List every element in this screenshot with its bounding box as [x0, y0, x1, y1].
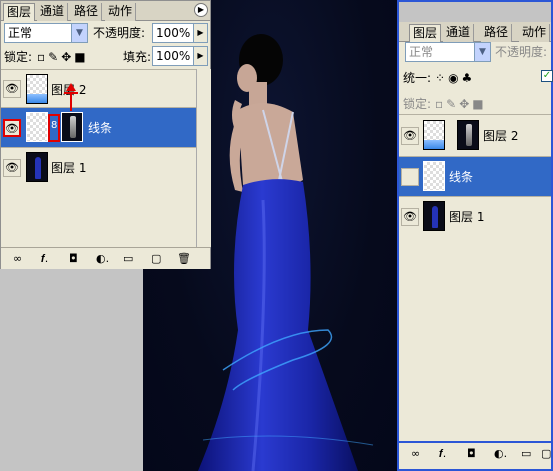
blend-mode-select[interactable]: 正常 ▼: [405, 42, 491, 62]
tab-channels[interactable]: 通道: [443, 24, 475, 42]
tab-paths[interactable]: 路径: [71, 3, 103, 21]
tab-channels[interactable]: 通道: [37, 3, 69, 21]
layer-thumbnail: [26, 112, 48, 142]
tab-actions[interactable]: 动作: [519, 24, 551, 42]
eye-icon[interactable]: 👁: [401, 127, 419, 145]
layer-thumbnail: [423, 201, 445, 231]
unify-visibility-icon[interactable]: ◉: [448, 71, 461, 85]
layer-name: 图层 2: [483, 129, 519, 143]
panel-footer: ∞ 𝒇. ◘ ◐. ▭ ▢ 🗑: [1, 247, 210, 269]
tab-paths[interactable]: 路径: [481, 24, 513, 42]
layers-scrollbar[interactable]: [196, 69, 211, 247]
mask-thumbnail: [457, 120, 479, 150]
eye-icon[interactable]: 👁: [3, 80, 21, 98]
blend-mode-value: 正常: [409, 45, 434, 59]
new-layer-icon[interactable]: ▢: [541, 444, 551, 464]
chevron-down-icon: ▼: [474, 43, 490, 61]
layer-thumbnail: [26, 74, 48, 104]
eye-hidden-slot[interactable]: [401, 168, 419, 186]
lock-icons[interactable]: ▫✎✥■: [37, 49, 89, 65]
new-layer-icon[interactable]: ▢: [151, 249, 161, 269]
delete-layer-icon[interactable]: 🗑: [177, 249, 191, 269]
link-layers-icon[interactable]: ∞: [13, 249, 22, 269]
lock-transparent-icon[interactable]: ▫: [435, 97, 446, 111]
link-chain-icon[interactable]: 8: [51, 120, 57, 131]
unify-position-icon[interactable]: ⁘: [435, 71, 448, 85]
chevron-right-icon: ▶: [193, 47, 207, 65]
layer-name: 线条: [88, 121, 113, 135]
new-group-icon[interactable]: ▭: [123, 249, 133, 269]
chevron-right-icon: ▶: [193, 24, 207, 42]
panel-top-gap: [399, 2, 551, 22]
mask-figure: [466, 124, 472, 146]
opacity-label: 不透明度:: [495, 45, 548, 59]
lock-all-icon[interactable]: ■: [74, 50, 88, 64]
opacity-label: 不透明度:: [93, 26, 146, 40]
layer-name: 图层 1: [449, 210, 485, 224]
lock-label: 锁定:: [403, 97, 432, 111]
layer-row-layer1[interactable]: 👁 图层 1: [399, 196, 551, 236]
link-layers-icon[interactable]: ∞: [411, 444, 420, 464]
layer-thumbnail: [26, 152, 48, 182]
mask-figure: [70, 116, 76, 138]
blend-mode-value: 正常: [8, 26, 33, 40]
mask-thumbnail: [61, 112, 83, 142]
add-mask-icon[interactable]: ◘: [69, 249, 78, 269]
panel-menu-icon[interactable]: ▶: [194, 3, 208, 17]
adjustment-layer-icon[interactable]: ◐.: [494, 444, 507, 464]
layer-row-lines[interactable]: 👁 8 线条: [1, 107, 210, 147]
panel-tabs: 图层 通道 路径 动作: [399, 22, 551, 42]
unify-style-icon[interactable]: ♣: [462, 71, 476, 85]
eye-icon[interactable]: 👁: [3, 119, 21, 137]
fill-label: 填充:: [123, 50, 152, 64]
fill-field[interactable]: 100% ▶: [152, 46, 208, 66]
unify-icons[interactable]: ⁘◉♣: [435, 70, 475, 86]
lock-label: 锁定:: [4, 50, 33, 64]
tab-actions[interactable]: 动作: [105, 3, 137, 21]
propagate-checkbox[interactable]: ✓: [541, 70, 553, 82]
panel-tabs: 图层 通道 路径 动作 ▶: [1, 1, 210, 21]
lock-brush-icon[interactable]: ✎: [446, 97, 459, 111]
layer-name: 线条: [449, 170, 474, 184]
lock-move-icon[interactable]: ✥: [61, 50, 74, 64]
unify-label: 统一:: [403, 71, 432, 85]
layer-row-layer1[interactable]: 👁 图层 1: [1, 147, 210, 187]
layer-row-lines[interactable]: 线条: [399, 156, 551, 196]
eye-icon[interactable]: 👁: [3, 159, 21, 177]
layer-row-layer2[interactable]: 👁 图层 2: [1, 69, 210, 107]
layer-thumbnail: [423, 161, 445, 191]
layer-row-layer2[interactable]: 👁 图层 2: [399, 114, 551, 156]
tab-layers[interactable]: 图层: [409, 24, 442, 42]
lock-move-icon[interactable]: ✥: [459, 97, 472, 111]
layer-style-icon[interactable]: 𝒇.: [41, 249, 48, 269]
lock-icons[interactable]: ▫✎✥■: [435, 96, 487, 112]
add-mask-icon[interactable]: ◘: [467, 444, 476, 464]
tab-layers[interactable]: 图层: [3, 3, 36, 21]
lock-all-icon[interactable]: ■: [472, 97, 486, 111]
layers-panel-left: 图层 通道 路径 动作 ▶ 正常 ▼ 不透明度: 100% ▶ 锁定: ▫✎✥■…: [0, 0, 211, 269]
lock-brush-icon[interactable]: ✎: [48, 50, 61, 64]
eye-icon[interactable]: 👁: [401, 208, 419, 226]
opacity-value: 100%: [156, 26, 191, 40]
red-arrow-annotation: [64, 83, 78, 111]
new-group-icon[interactable]: ▭: [521, 444, 531, 464]
layer-name: 图层 1: [51, 161, 87, 175]
layers-panel-right: 图层 通道 路径 动作 正常 ▼ 不透明度: 统一: ⁘◉♣ ✓ 锁定: ▫✎✥…: [397, 0, 553, 471]
layer-thumbnail: [423, 120, 445, 150]
fill-value: 100%: [156, 49, 191, 63]
chevron-down-icon: ▼: [71, 24, 87, 42]
layer-style-icon[interactable]: 𝒇.: [439, 444, 446, 464]
blend-mode-select[interactable]: 正常 ▼: [4, 23, 88, 43]
adjustment-layer-icon[interactable]: ◐.: [96, 249, 109, 269]
panel-footer: ∞ 𝒇. ◘ ◐. ▭ ▢: [399, 441, 551, 463]
opacity-field[interactable]: 100% ▶: [152, 23, 208, 43]
lock-transparent-icon[interactable]: ▫: [37, 50, 48, 64]
